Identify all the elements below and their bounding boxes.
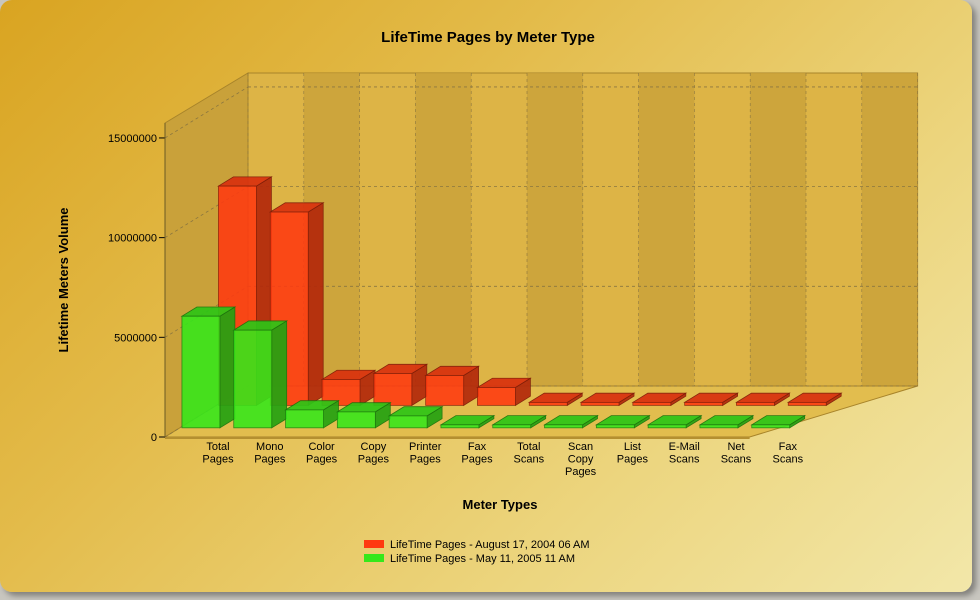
x-tick-label-line: Total bbox=[206, 441, 229, 453]
legend: LifeTime Pages - August 17, 2004 06 AM L… bbox=[364, 539, 590, 565]
x-tick-label: Net Scans bbox=[721, 441, 752, 466]
bar-may-2005-0 bbox=[180, 306, 237, 429]
x-tick-label: Scan Copy Pages bbox=[565, 441, 597, 478]
bar-front bbox=[684, 401, 724, 406]
bar-front bbox=[736, 401, 775, 406]
x-axis-title: Meter Types bbox=[463, 497, 538, 512]
bar-front bbox=[477, 387, 516, 406]
bar-front bbox=[336, 411, 376, 429]
back-wall-stripe bbox=[638, 73, 695, 386]
bar-front bbox=[544, 424, 583, 429]
bar-side bbox=[271, 320, 288, 429]
chart-title: LifeTime Pages by Meter Type bbox=[381, 29, 595, 46]
bar-front bbox=[647, 424, 687, 429]
x-tick-label: Fax Pages bbox=[461, 441, 493, 466]
x-tick-label-line: Pages bbox=[410, 454, 442, 466]
x-tick-label-line: Pages bbox=[254, 454, 286, 466]
x-tick-label: Total Pages bbox=[202, 441, 234, 466]
bar-front bbox=[787, 401, 827, 406]
back-wall-stripe bbox=[750, 73, 806, 386]
x-tick-label-line: Copy bbox=[568, 454, 594, 466]
bar-front bbox=[580, 401, 620, 406]
legend-label-2: LifeTime Pages - May 11, 2005 11 AM bbox=[390, 553, 575, 565]
bar-aug-2004-3 bbox=[372, 363, 429, 407]
y-tick-label: 15000000 bbox=[108, 133, 157, 145]
bar-front bbox=[595, 424, 635, 429]
x-tick-label-line: E-Mail bbox=[669, 441, 700, 453]
back-wall-stripe bbox=[527, 73, 583, 386]
x-tick-label-line: Copy bbox=[361, 441, 387, 453]
x-tick-label-line: Pages bbox=[306, 454, 338, 466]
x-tick-label: Color Pages bbox=[306, 441, 338, 466]
bar-front bbox=[528, 401, 568, 406]
x-tick-label-line: Net bbox=[727, 441, 744, 453]
x-tick-label-line: Scans bbox=[721, 454, 752, 466]
bar-aug-2004-4 bbox=[424, 365, 481, 407]
x-tick-label-line: Pages bbox=[202, 454, 234, 466]
x-tick-label-line: Pages bbox=[358, 454, 390, 466]
legend-swatch-2 bbox=[364, 554, 384, 562]
x-tick-label: Mono Pages bbox=[254, 441, 286, 466]
x-tick-label-line: Pages bbox=[461, 454, 493, 466]
x-tick-label-line: Total bbox=[517, 441, 540, 453]
back-wall-stripe bbox=[415, 73, 472, 386]
bar-front bbox=[425, 375, 465, 406]
bar-side bbox=[219, 306, 236, 429]
bar-front bbox=[181, 315, 221, 429]
x-tick-label-line: Scans bbox=[514, 454, 545, 466]
bar-front bbox=[373, 373, 413, 406]
x-tick-label-line: Scan bbox=[568, 441, 593, 453]
bar-front bbox=[388, 415, 428, 429]
x-tick-label: Fax Scans bbox=[773, 441, 804, 466]
chart-panel: 0 5000000 10000000 15000000 Total Pages Mono Pa… bbox=[0, 0, 972, 592]
x-tick-label-line: Mono bbox=[256, 441, 284, 453]
x-tick-label-line: Pages bbox=[617, 454, 649, 466]
y-axis-title: Lifetime Meters Volume bbox=[56, 208, 71, 353]
bar-front bbox=[285, 409, 324, 429]
x-tick-label-line: Fax bbox=[779, 441, 798, 453]
x-tick-label: Total Scans bbox=[514, 441, 545, 466]
back-wall-stripe bbox=[861, 73, 918, 386]
bar-aug-2004-2 bbox=[320, 369, 377, 407]
x-tick-label-line: Fax bbox=[468, 441, 487, 453]
bar-may-2005-1 bbox=[232, 320, 289, 429]
x-tick-label-line: Color bbox=[308, 441, 335, 453]
x-tick-label: E-Mail Scans bbox=[669, 441, 700, 466]
bar-chart-3d: 050000001000000015000000Total PagesMono Pa… bbox=[56, 29, 919, 565]
bar-front bbox=[751, 424, 791, 429]
y-tick-label: 10000000 bbox=[108, 233, 157, 245]
bar-front bbox=[492, 424, 532, 429]
bar-aug-2004-5 bbox=[476, 377, 532, 407]
x-tick-label-line: Scans bbox=[773, 454, 804, 466]
legend-label-1: LifeTime Pages - August 17, 2004 06 AM bbox=[390, 539, 590, 551]
x-tick-label-line: Pages bbox=[565, 466, 597, 478]
y-tick-label: 0 bbox=[151, 432, 157, 444]
bar-front bbox=[233, 329, 273, 429]
x-tick-label-line: Scans bbox=[669, 454, 700, 466]
bar-may-2005-2 bbox=[284, 399, 340, 429]
legend-swatch-1 bbox=[364, 540, 384, 548]
y-tick-label: 5000000 bbox=[114, 332, 157, 344]
floor-edge bbox=[165, 437, 750, 439]
x-tick-label-line: Printer bbox=[409, 441, 442, 453]
bar-front bbox=[632, 401, 672, 406]
x-tick-label: List Pages bbox=[617, 441, 649, 466]
x-tick-label: Copy Pages bbox=[358, 441, 390, 466]
x-tick-label: Printer Pages bbox=[409, 441, 442, 466]
bar-side bbox=[307, 202, 324, 407]
x-tick-label-line: List bbox=[624, 441, 641, 453]
bar-front bbox=[440, 424, 480, 429]
bar-front bbox=[699, 424, 739, 429]
